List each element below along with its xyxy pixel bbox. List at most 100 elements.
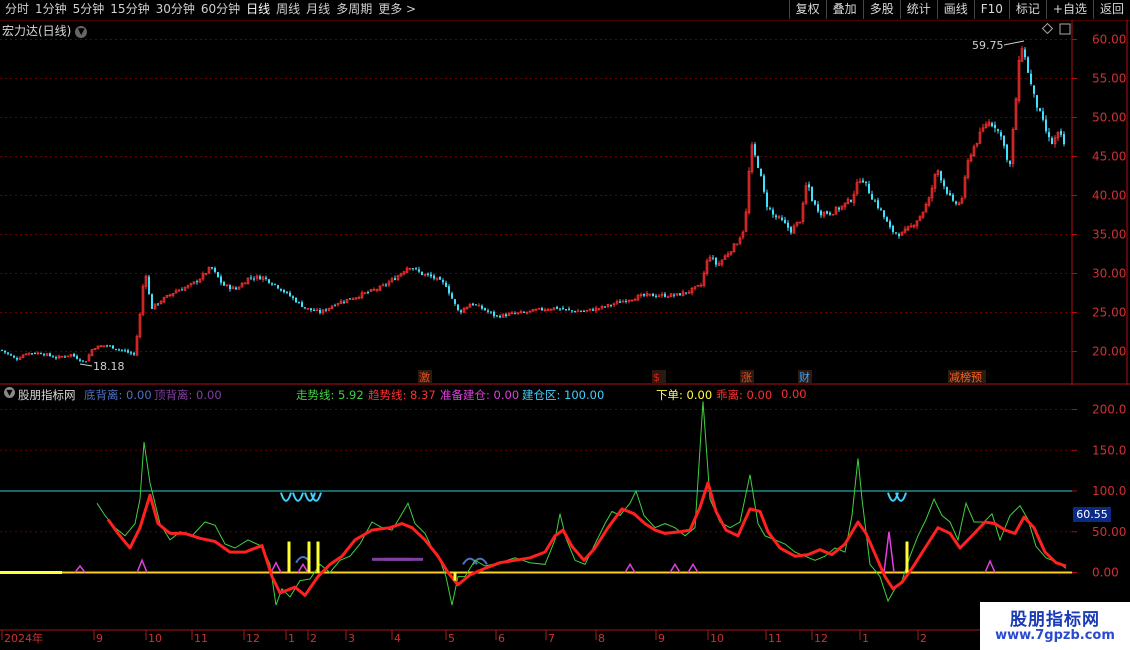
toolbar-button-4[interactable]: 画线 — [936, 0, 974, 19]
candle-body-down — [955, 201, 957, 204]
time-label: 3 — [348, 632, 355, 645]
period-tab-7[interactable]: 周线 — [273, 1, 303, 18]
toolbar-button-3[interactable]: 统计 — [899, 0, 937, 19]
candle-body-down — [439, 276, 441, 280]
price-chart[interactable]: 60.00 55.00 50.00 45.00 40.00 35.00 30.00 25.00… — [0, 20, 1130, 385]
candle-body-down — [415, 268, 417, 270]
time-label: 12 — [814, 632, 828, 645]
candle-body-down — [871, 194, 873, 200]
candle-body-down — [1030, 73, 1032, 84]
candle-body-down — [673, 294, 675, 296]
candle-body-down — [109, 345, 111, 347]
event-marker: 减榜预 — [949, 370, 982, 384]
prepare-position-spike — [984, 559, 996, 573]
period-tab-2[interactable]: 5分钟 — [70, 1, 108, 18]
toolbar-button-7[interactable]: +自选 — [1045, 0, 1093, 19]
prepare-position-spike — [883, 531, 895, 573]
candle-body-down — [1006, 144, 1008, 160]
walk-line — [96, 401, 1067, 606]
candle-body-down — [1033, 85, 1035, 94]
candle-body-down — [811, 187, 813, 202]
price-grid — [0, 20, 1130, 385]
function-buttons: 复权 叠加 多股 统计 画线 F10 标记 +自选 返回 — [788, 0, 1130, 19]
candle-body-down — [883, 210, 885, 218]
period-tab-6[interactable]: 日线 — [243, 1, 273, 18]
candle-body-down — [130, 352, 132, 354]
toolbar-button-0[interactable]: 复权 — [788, 0, 826, 19]
candle-body-down — [685, 292, 687, 294]
candle-body-down — [604, 306, 606, 308]
candle-body-down — [451, 293, 453, 299]
candle-body-down — [430, 274, 432, 277]
candle-body-down — [394, 278, 396, 280]
price-tick-label: 20.00 — [1092, 345, 1126, 359]
period-tab-1[interactable]: 1分钟 — [32, 1, 70, 18]
price-tick-label: 40.00 — [1092, 189, 1126, 203]
candle-body-down — [310, 308, 312, 311]
trend-line — [106, 481, 1067, 597]
price-tick-label: 45.00 — [1092, 150, 1126, 164]
candle-body-down — [301, 302, 303, 307]
candle-body-down — [40, 353, 42, 355]
indicator-tick-label: 150.0 — [1092, 443, 1126, 457]
indicator-tick-label: 0.00 — [1092, 566, 1119, 580]
period-tab-4[interactable]: 30分钟 — [153, 1, 198, 18]
period-tab-5[interactable]: 60分钟 — [198, 1, 243, 18]
candle-body-down — [664, 293, 666, 297]
time-label: 2 — [310, 632, 317, 645]
toolbar-button-6[interactable]: 标记 — [1008, 0, 1046, 19]
candle-body-down — [259, 276, 261, 280]
candle-body-down — [826, 211, 828, 214]
time-label: 12 — [246, 632, 260, 645]
period-tab-10[interactable]: 更多 > — [375, 1, 419, 18]
price-axis: 60.00 55.00 50.00 45.00 40.00 35.00 30.00 25.00… — [1072, 33, 1126, 359]
candle-body-down — [880, 208, 882, 210]
toolbar-button-8[interactable]: 返回 — [1092, 0, 1130, 19]
candle-body-down — [556, 306, 558, 309]
candle-body-down — [499, 315, 501, 318]
candle-body-down — [712, 257, 714, 259]
candle-body-down — [55, 357, 57, 359]
candle-body-down — [760, 168, 762, 176]
candle-body-down — [754, 144, 756, 156]
candle-body-down — [787, 222, 789, 228]
candle-body-down — [271, 283, 273, 285]
candle-body-down — [643, 293, 645, 296]
candle-body-down — [121, 349, 123, 351]
candle-body-down — [268, 279, 270, 283]
indicator-tick-label: 50.00 — [1092, 525, 1126, 539]
prepare-position-spike — [297, 562, 309, 573]
candle-body-down — [118, 349, 120, 351]
candle-body-down — [220, 276, 222, 283]
time-label: 4 — [394, 632, 401, 645]
period-tab-8[interactable]: 月线 — [303, 1, 333, 18]
candle-body-down — [874, 200, 876, 202]
candle-body-down — [1027, 57, 1029, 73]
candle-body-down — [484, 308, 486, 311]
diamond-icon[interactable] — [1041, 22, 1054, 35]
indicator-chart[interactable]: 200.0150.0100.050.000.00 2024年 9 10 11 12 1 2 3… — [0, 385, 1130, 650]
price-tick-label: 50.00 — [1092, 111, 1126, 125]
toolbar-button-5[interactable]: F10 — [973, 0, 1009, 19]
candle-body-down — [946, 186, 948, 194]
candle-body-down — [85, 361, 87, 363]
candle-body-down — [610, 305, 612, 307]
toolbar-button-1[interactable]: 叠加 — [825, 0, 863, 19]
toolbar-button-2[interactable]: 多股 — [862, 0, 900, 19]
event-marker: 财 — [799, 370, 810, 384]
period-tab-3[interactable]: 15分钟 — [107, 1, 152, 18]
candle-body-down — [475, 304, 477, 306]
period-tab-9[interactable]: 多周期 — [333, 1, 375, 18]
panel-toggle-icon[interactable] — [1059, 23, 1071, 35]
candle-body-down — [829, 212, 831, 215]
candle-body-down — [1048, 132, 1050, 138]
price-tick-label: 60.00 — [1092, 33, 1126, 47]
candle-body-down — [445, 282, 447, 287]
candle-body-down — [325, 309, 327, 311]
candle-body-down — [277, 285, 279, 289]
candle-body-down — [73, 353, 75, 357]
candle-body-down — [817, 204, 819, 212]
period-tab-0[interactable]: 分时 — [2, 1, 32, 18]
candle-body-down — [523, 311, 525, 313]
candle-body-down — [4, 350, 6, 353]
